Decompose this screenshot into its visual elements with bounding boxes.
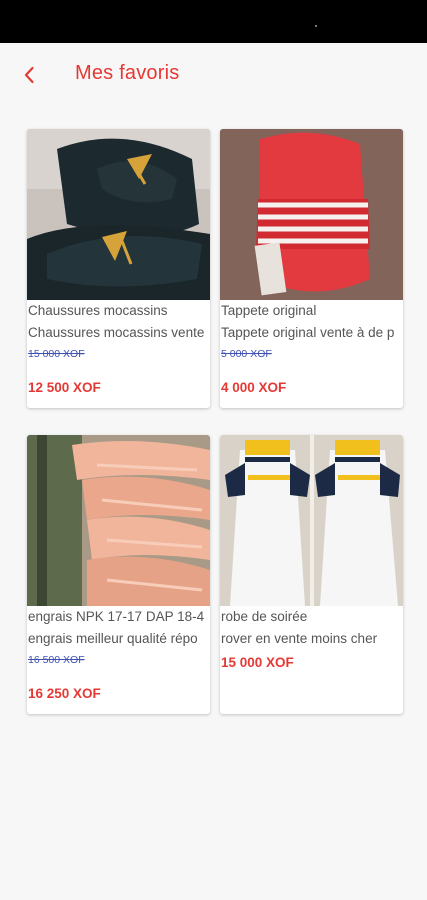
page-title: Mes favoris bbox=[75, 62, 180, 84]
product-description: engrais meilleur qualité répo bbox=[28, 631, 198, 646]
product-description: Chaussures mocassins vente bbox=[28, 325, 205, 340]
product-price: 4 000 XOF bbox=[221, 380, 287, 395]
old-price: 5 000 XOF bbox=[221, 348, 272, 360]
back-button[interactable] bbox=[14, 59, 46, 91]
product-card[interactable]: Tappete original Tappete original vente … bbox=[220, 129, 403, 408]
product-card[interactable]: engrais NPK 17-17 DAP 18-4 engrais meill… bbox=[27, 435, 210, 714]
product-name: engrais NPK 17-17 DAP 18-4 bbox=[28, 609, 205, 624]
product-image bbox=[220, 129, 403, 300]
product-card[interactable]: robe de soirée rover en vente moins cher… bbox=[220, 435, 403, 714]
black-loafers-photo bbox=[27, 129, 210, 300]
product-card[interactable]: Chaussures mocassins Chaussures mocassin… bbox=[27, 129, 210, 408]
product-description: rover en vente moins cher bbox=[221, 631, 378, 646]
status-bar bbox=[0, 0, 427, 43]
product-name: Chaussures mocassins bbox=[28, 303, 168, 318]
product-description: Tappete original vente à de p bbox=[221, 325, 395, 340]
old-price: 15 000 XOF bbox=[28, 348, 85, 360]
status-indicator bbox=[315, 25, 317, 27]
product-price: 12 500 XOF bbox=[28, 380, 101, 395]
product-price: 16 250 XOF bbox=[28, 686, 101, 701]
app-bar: Mes favoris bbox=[0, 43, 427, 103]
old-price: 16 500 XOF bbox=[28, 654, 85, 666]
product-image bbox=[220, 435, 403, 606]
product-name: robe de soirée bbox=[221, 609, 308, 624]
product-image bbox=[27, 435, 210, 606]
product-name: Tappete original bbox=[221, 303, 317, 318]
product-image bbox=[27, 129, 210, 300]
chevron-left-icon bbox=[24, 66, 34, 84]
white-dress-photo bbox=[220, 435, 403, 606]
product-price: 15 000 XOF bbox=[221, 655, 294, 670]
fertilizer-bags-photo bbox=[27, 435, 210, 606]
red-slides-photo bbox=[220, 129, 403, 300]
